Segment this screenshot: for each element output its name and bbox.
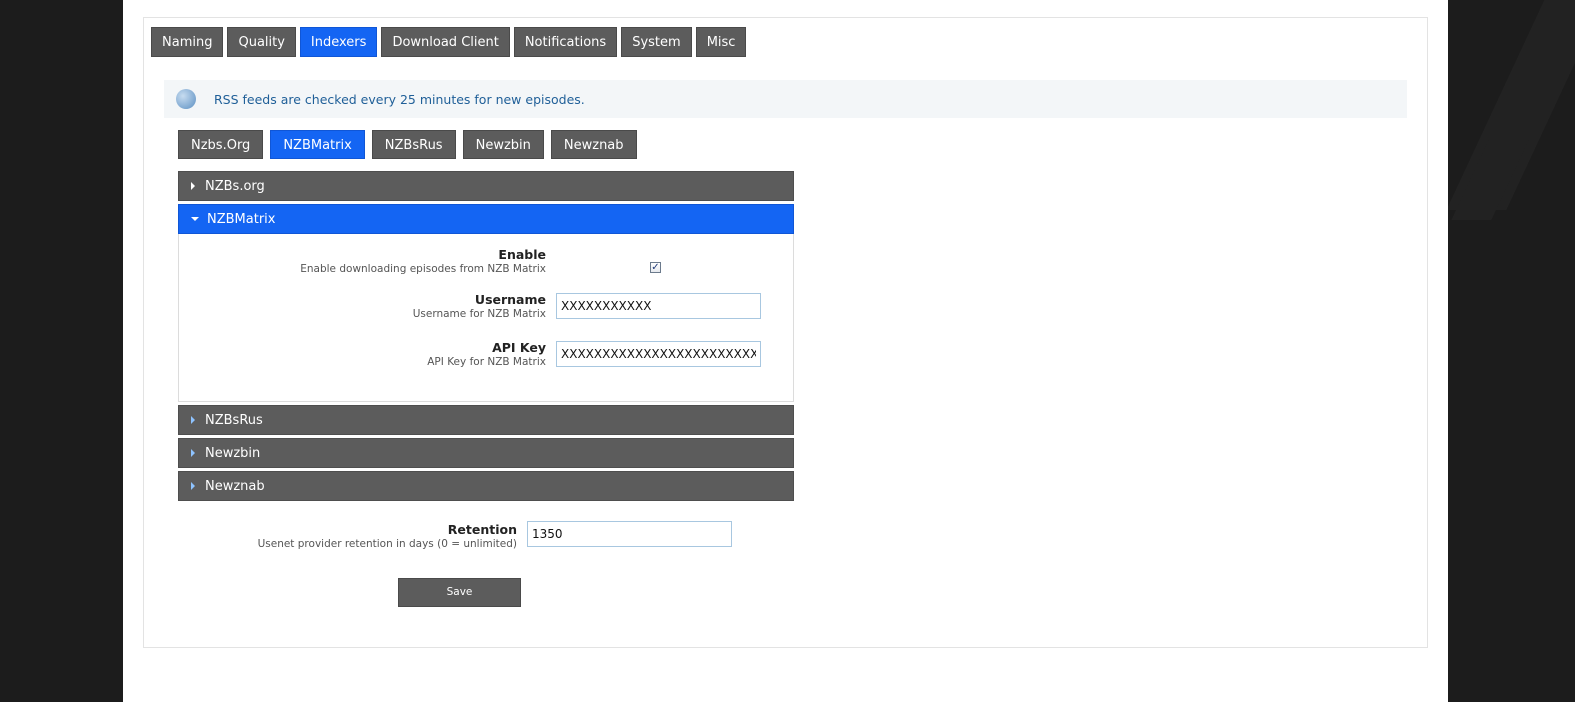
tab-misc[interactable]: Misc (695, 27, 747, 57)
indexer-tab-newznab[interactable]: Newznab (550, 130, 637, 159)
tab-quality[interactable]: Quality (227, 27, 296, 57)
apikey-desc: API Key for NZB Matrix (427, 356, 546, 368)
caret-right-icon (191, 415, 195, 424)
accordion-header-nzbsrus[interactable]: NZBsRus (178, 405, 794, 435)
page-backdrop: Naming Quality Indexers Download Client … (0, 0, 1575, 702)
caret-right-icon (191, 481, 195, 490)
main-tabs: Naming Quality Indexers Download Client … (151, 27, 747, 57)
tab-download-client[interactable]: Download Client (381, 27, 510, 57)
caret-down-icon (191, 216, 199, 221)
retention-input[interactable] (527, 521, 732, 547)
retention-title: Retention (447, 522, 517, 537)
indexer-tab-nzbsrus[interactable]: NZBsRus (371, 130, 456, 159)
tab-system[interactable]: System (621, 27, 692, 57)
indexer-tab-nzbmatrix[interactable]: NZBMatrix (270, 130, 365, 159)
nzbmatrix-settings: Enable Enable downloading episodes from … (178, 234, 794, 402)
tab-indexers[interactable]: Indexers (299, 27, 378, 57)
indexer-tab-newzbin[interactable]: Newzbin (462, 130, 544, 159)
username-title: Username (474, 292, 546, 307)
accordion-header-nzbmatrix[interactable]: NZBMatrix (178, 204, 794, 234)
enable-checkbox[interactable]: ✓ (650, 262, 661, 273)
username-input[interactable] (556, 293, 761, 319)
indexer-tabs: Nzbs.Org NZBMatrix NZBsRus Newzbin Newzn… (178, 130, 637, 159)
enable-desc: Enable downloading episodes from NZB Mat… (300, 263, 546, 275)
accordion-header-newznab[interactable]: Newznab (178, 471, 794, 501)
indexer-accordion: NZBs.org NZBMatrix Enable Enable downloa… (178, 171, 794, 504)
accordion-header-label: NZBMatrix (207, 212, 276, 227)
caret-right-icon (191, 181, 195, 190)
save-button[interactable]: Save (398, 578, 521, 607)
info-bubble-icon (176, 89, 196, 109)
retention-desc: Usenet provider retention in days (0 = u… (257, 538, 517, 550)
apikey-label: API Key API Key for NZB Matrix (427, 340, 546, 369)
username-desc: Username for NZB Matrix (412, 308, 546, 320)
caret-right-icon (191, 448, 195, 457)
enable-label: Enable Enable downloading episodes from … (300, 247, 546, 276)
indexer-tab-nzbsorg[interactable]: Nzbs.Org (178, 130, 264, 159)
accordion-header-label: NZBsRus (205, 413, 263, 428)
tab-naming[interactable]: Naming (151, 27, 224, 57)
accordion-header-label: Newznab (205, 479, 265, 494)
info-banner: RSS feeds are checked every 25 minutes f… (164, 80, 1407, 118)
tab-notifications[interactable]: Notifications (513, 27, 618, 57)
accordion-header-label: Newzbin (205, 446, 261, 461)
username-label: Username Username for NZB Matrix (413, 292, 546, 321)
info-text: RSS feeds are checked every 25 minutes f… (214, 91, 585, 107)
accordion-header-nzbsorg[interactable]: NZBs.org (178, 171, 794, 201)
apikey-title: API Key (492, 340, 546, 355)
settings-panel: Naming Quality Indexers Download Client … (143, 17, 1428, 648)
accordion-header-newzbin[interactable]: Newzbin (178, 438, 794, 468)
retention-label: Retention Usenet provider retention in d… (258, 522, 517, 551)
enable-title: Enable (498, 247, 546, 262)
accordion-header-label: NZBs.org (205, 179, 265, 194)
apikey-input[interactable] (556, 341, 761, 367)
page-content: Naming Quality Indexers Download Client … (123, 0, 1448, 702)
